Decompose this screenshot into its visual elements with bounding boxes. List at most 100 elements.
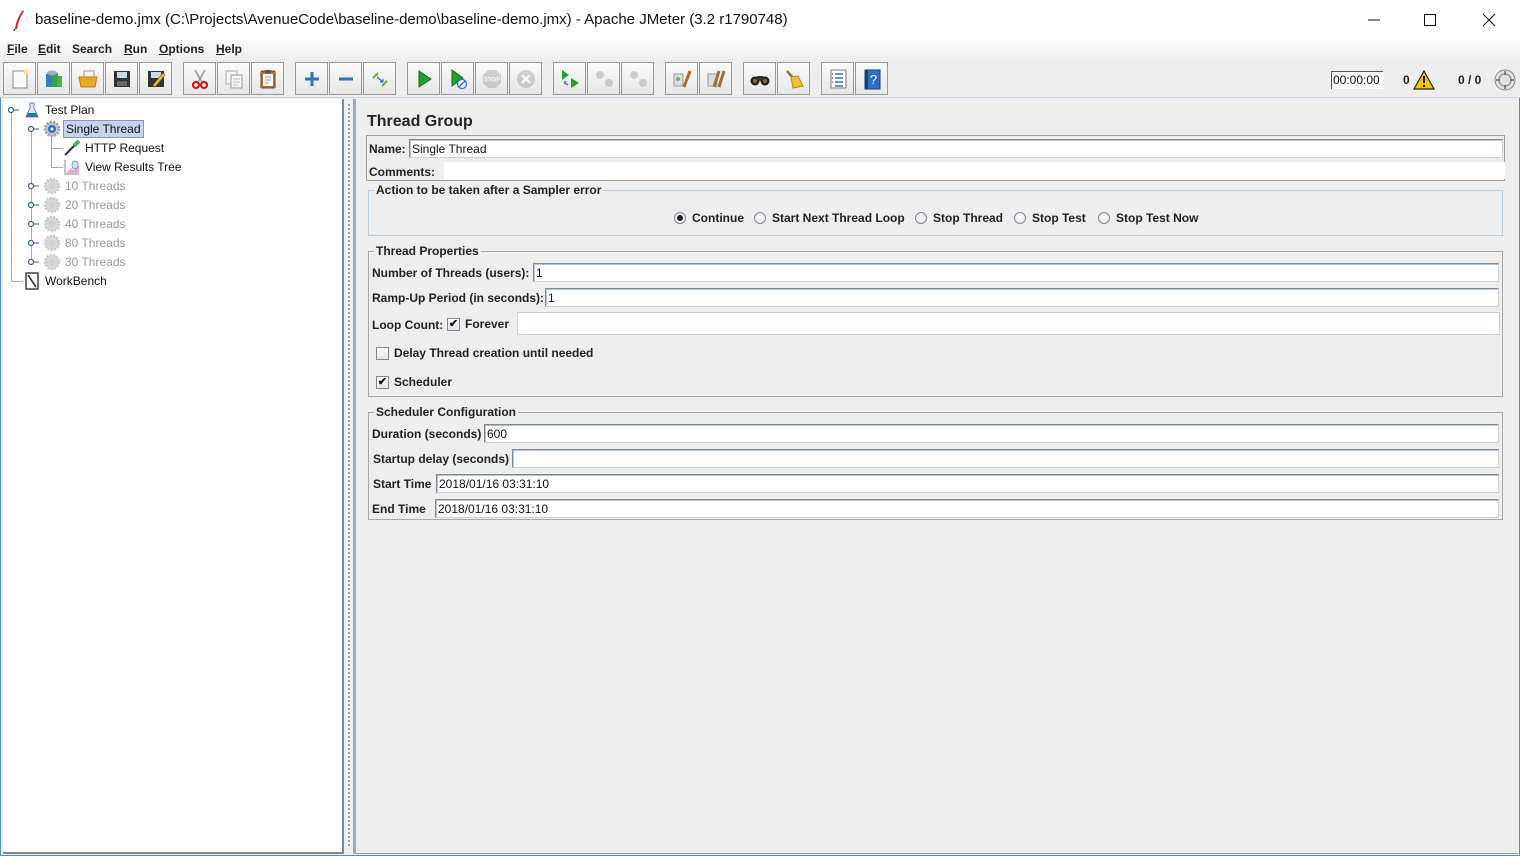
sampler-error-legend: Action to be taken after a Sampler error: [374, 183, 604, 197]
num-threads-label: Number of Threads (users):: [372, 266, 530, 280]
start-no-pauses-button[interactable]: [441, 62, 474, 95]
cut-button[interactable]: [183, 62, 216, 95]
start-button[interactable]: [407, 62, 440, 95]
expand-icon: [304, 71, 319, 86]
warning-icon[interactable]: [1413, 70, 1435, 90]
radio-stop-test-now[interactable]: Stop Test Now: [1098, 211, 1198, 225]
maximize-icon: [1424, 14, 1436, 26]
menu-edit[interactable]: Edit: [38, 42, 61, 56]
jmeter-feather-icon: [13, 10, 24, 31]
clear-all-icon: [707, 70, 725, 87]
tree-item-view-results-tree[interactable]: View Results Tree: [63, 158, 184, 176]
elapsed-timer: 00:00:00: [1331, 71, 1383, 89]
copy-button[interactable]: [217, 62, 250, 95]
workbench-icon: [23, 272, 41, 290]
tree-expand-handle[interactable]: [27, 239, 39, 247]
scheduler-checkbox[interactable]: ✔ Scheduler: [376, 375, 452, 389]
clear-icon: [673, 69, 691, 88]
checkbox-label: Scheduler: [394, 375, 453, 389]
radio-stop-thread[interactable]: Stop Thread: [915, 211, 1003, 225]
end-time-label: End Time: [372, 502, 426, 516]
collapse-icon: [338, 77, 353, 80]
menu-options[interactable]: Options: [159, 42, 204, 56]
tree-expand-handle[interactable]: [27, 201, 39, 209]
remote-start-all-button[interactable]: [553, 62, 586, 95]
startup-delay-input[interactable]: [512, 449, 1499, 468]
delay-thread-creation-checkbox[interactable]: Delay Thread creation until needed: [376, 346, 593, 360]
clear-button[interactable]: [665, 62, 698, 95]
radio-start-next-thread-loop[interactable]: Start Next Thread Loop: [754, 211, 905, 225]
tree-item-label: 40 Threads: [65, 217, 126, 231]
clear-all-button[interactable]: [699, 62, 732, 95]
radio-label: Stop Test: [1032, 211, 1086, 225]
name-comments-box: Name: Comments:: [366, 135, 1505, 181]
tree-expand-handle[interactable]: [27, 220, 39, 228]
collapse-all-button[interactable]: [329, 62, 362, 95]
tree-item-20-threads[interactable]: 20 Threads: [43, 196, 128, 214]
start-time-input[interactable]: [436, 474, 1499, 493]
tree-item-http-request[interactable]: HTTP Request: [63, 139, 166, 157]
checkbox-indicator: ✔: [447, 317, 460, 331]
duration-label: Duration (seconds): [372, 427, 482, 441]
tree-item-10-threads[interactable]: 10 Threads: [43, 177, 128, 195]
open-button[interactable]: [71, 62, 104, 95]
window-title: baseline-demo.jmx (C:\Projects\AvenueCod…: [35, 11, 788, 28]
tree-connector: [51, 148, 63, 149]
function-helper-button[interactable]: [821, 62, 854, 95]
menu-file[interactable]: File: [7, 42, 28, 56]
tree-item-test-plan[interactable]: Test Plan: [23, 101, 96, 119]
start-icon: [418, 69, 432, 88]
forever-checkbox[interactable]: ✔ Forever: [447, 317, 509, 331]
panel-title: Thread Group: [367, 113, 473, 130]
tree-item-label: 80 Threads: [65, 236, 126, 250]
test-plan-tree: Test Plan Single Thread HTTP Request Vie…: [3, 99, 344, 854]
menu-run[interactable]: Run: [124, 42, 147, 56]
save-button[interactable]: [105, 62, 138, 95]
tree-expand-handle[interactable]: [27, 258, 39, 266]
tree-expand-handle[interactable]: [27, 182, 39, 190]
tree-item-label: 10 Threads: [65, 179, 126, 193]
tree-item-workbench[interactable]: WorkBench: [23, 272, 109, 290]
close-button[interactable]: [1460, 0, 1518, 40]
menu-bar: File Edit Search Run Options Help: [0, 40, 1520, 60]
menu-help[interactable]: Help: [216, 42, 242, 56]
tree-item-30-threads[interactable]: 30 Threads: [43, 253, 128, 271]
toggle-button[interactable]: [363, 62, 396, 95]
reset-search-button[interactable]: [777, 62, 810, 95]
save-as-button[interactable]: [139, 62, 172, 95]
expand-all-button[interactable]: [295, 62, 328, 95]
remote-shutdown-all-button[interactable]: [621, 62, 654, 95]
paste-button[interactable]: [251, 62, 284, 95]
shutdown-button[interactable]: [509, 62, 542, 95]
search-icon: [750, 75, 769, 85]
ramp-up-input[interactable]: [545, 288, 1499, 307]
end-time-input[interactable]: [435, 499, 1499, 518]
templates-button[interactable]: [37, 62, 70, 95]
sampler-error-group: Action to be taken after a Sampler error…: [368, 183, 1503, 236]
menu-search[interactable]: Search: [72, 42, 112, 56]
active-threads-count: 0 / 0: [1458, 73, 1482, 87]
duration-input[interactable]: [484, 424, 1499, 443]
tree-expand-handle[interactable]: [27, 125, 39, 133]
listener-icon: [63, 158, 81, 176]
num-threads-input[interactable]: [533, 263, 1499, 282]
radio-stop-test[interactable]: Stop Test: [1014, 211, 1086, 225]
remote-stop-all-button[interactable]: [587, 62, 620, 95]
help-button[interactable]: ?: [855, 62, 888, 95]
maximize-button[interactable]: [1401, 0, 1459, 40]
tree-item-single-thread[interactable]: Single Thread: [43, 120, 144, 138]
new-button[interactable]: [3, 62, 36, 95]
stop-button[interactable]: STOP: [475, 62, 508, 95]
remote-shutdown-icon: [629, 70, 647, 87]
new-icon: [12, 69, 28, 88]
name-input[interactable]: [409, 139, 1503, 158]
tree-item-40-threads[interactable]: 40 Threads: [43, 215, 128, 233]
comments-input[interactable]: [444, 162, 1505, 179]
startup-delay-label: Startup delay (seconds): [373, 452, 510, 466]
tree-expand-handle[interactable]: [7, 106, 19, 114]
tree-item-80-threads[interactable]: 80 Threads: [43, 234, 128, 252]
search-button[interactable]: [743, 62, 776, 95]
radio-continue[interactable]: Continue: [674, 211, 744, 225]
loop-count-input[interactable]: [517, 312, 1500, 335]
minimize-button[interactable]: [1345, 0, 1403, 40]
